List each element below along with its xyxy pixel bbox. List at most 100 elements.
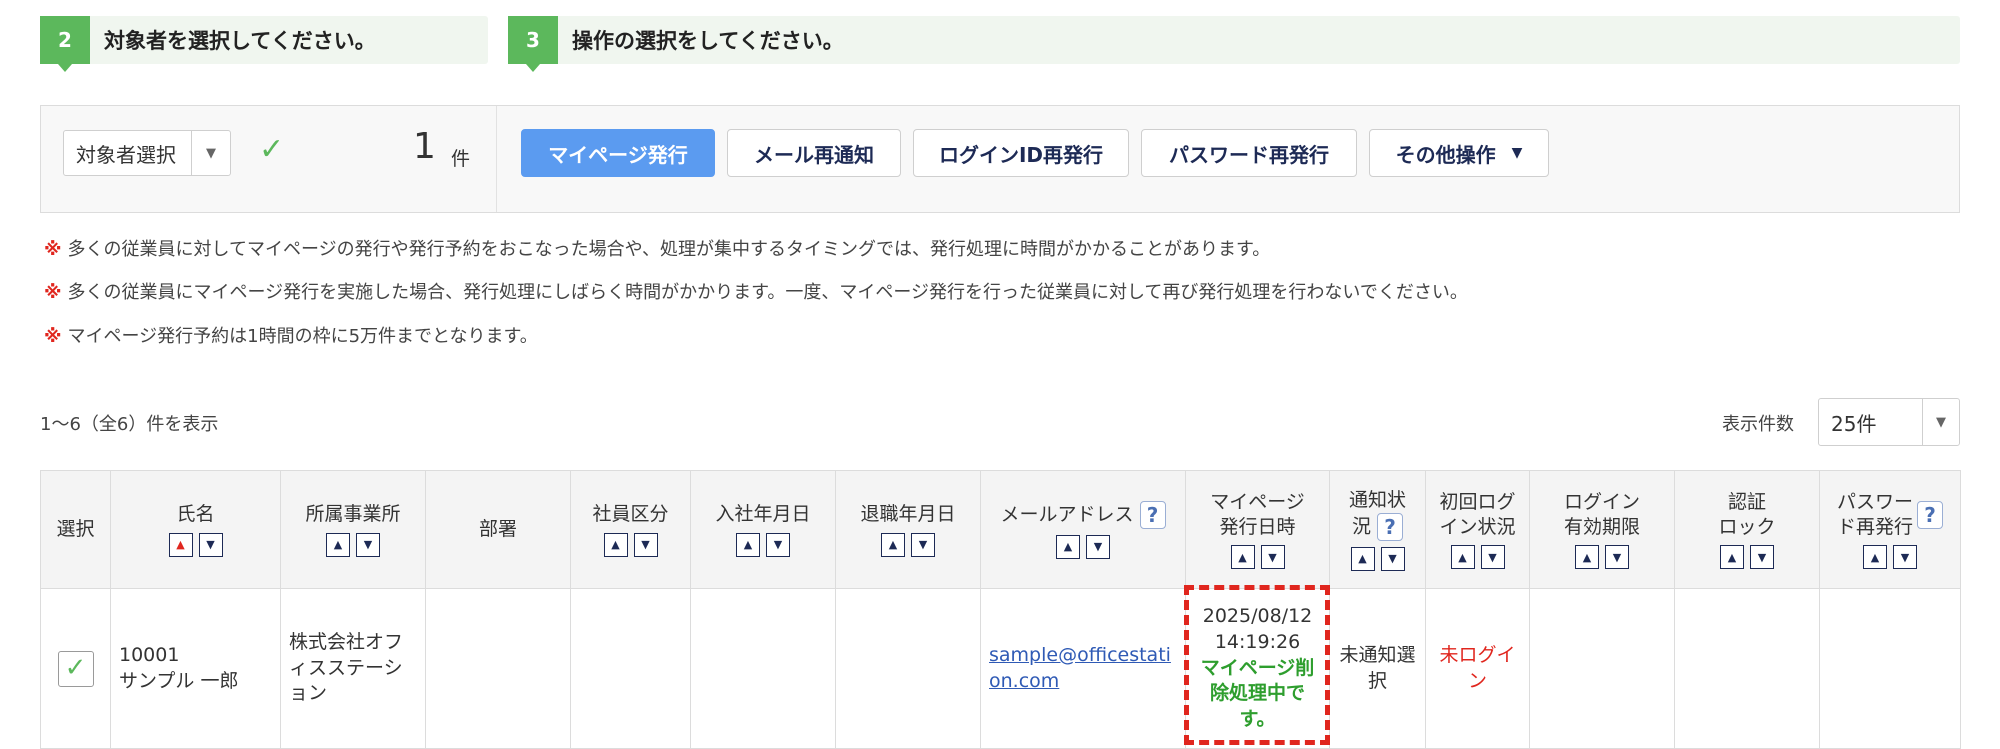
table-row: ✓ 10001 サンプル 一郎 株式会社オフィスステーション sample@of…	[40, 588, 1961, 749]
issue-date: 2025/08/12	[1202, 605, 1313, 628]
per-page-value: 25件	[1831, 411, 1877, 436]
sort-asc-icon[interactable]: ▲	[1575, 545, 1599, 570]
check-icon: ✓	[64, 652, 87, 683]
cell-dept	[425, 588, 571, 749]
sort-desc-icon[interactable]: ▼	[1750, 545, 1774, 570]
sort-asc-icon[interactable]: ▲	[881, 532, 905, 557]
employee-table: 選択 氏名 ▲ ▼ 所属事業所 ▲ ▼ 部署 社員区分 ▲ ▼ 入社年月日 ▲ ▼ 退職…	[40, 470, 1961, 749]
note-mark: ※	[44, 282, 62, 303]
per-page-select[interactable]: 25件 ▼	[1818, 398, 1960, 446]
help-icon[interactable]: ?	[1917, 500, 1943, 529]
col-header-email: メールアドレス ? ▲ ▼	[980, 470, 1186, 589]
sort-asc-icon[interactable]: ▲	[168, 532, 193, 557]
sort-asc-icon[interactable]: ▲	[1230, 545, 1255, 570]
sort-desc-icon[interactable]: ▼	[1480, 545, 1505, 570]
note-mark: ※	[44, 239, 62, 260]
per-page-label: 表示件数	[1722, 414, 1794, 435]
chevron-down-icon: ▼	[1511, 145, 1523, 161]
step-3-header: 3 操作の選択をしてください。	[508, 16, 1960, 72]
help-icon[interactable]: ?	[1377, 512, 1404, 541]
issue-status: マイページ削除処理中です。	[1200, 656, 1315, 730]
cell-select: ✓	[40, 588, 111, 749]
col-header-leave-date: 退職年月日 ▲ ▼	[835, 470, 981, 589]
sort-asc-icon[interactable]: ▲	[326, 532, 350, 557]
sort-asc-icon[interactable]: ▲	[1450, 545, 1475, 570]
cell-emp-type	[570, 588, 691, 749]
sort-asc-icon[interactable]: ▲	[603, 532, 628, 557]
check-icon: ✓	[259, 132, 285, 167]
sort-desc-icon[interactable]: ▼	[198, 532, 223, 557]
note-2: ※ 多くの従業員にマイページ発行を実施した場合、発行処理にしばらく時間がかかります…	[44, 278, 1468, 304]
employee-name: サンプル 一郎	[119, 669, 239, 692]
cell-name: 10001 サンプル 一郎	[110, 588, 281, 749]
note-text: 多くの従業員に対してマイページの発行や発行予約をおこなった場合や、処理が集中する…	[67, 239, 1271, 260]
action-panel: 対象者選択 ▼ ✓ 1 件 マイページ発行 メール再通知 ログインID再発行 パ…	[40, 105, 1960, 213]
note-text: 多くの従業員にマイページ発行を実施した場合、発行処理にしばらく時間がかかります。…	[67, 282, 1468, 303]
note-text: マイページ発行予約は1時間の枠に5万件までとなります。	[67, 326, 538, 347]
sort-desc-icon[interactable]: ▼	[1380, 546, 1405, 571]
sort-asc-icon[interactable]: ▲	[736, 532, 760, 557]
sort-asc-icon[interactable]: ▲	[1350, 546, 1375, 571]
step-number: 3	[508, 16, 558, 72]
sort-asc-icon[interactable]: ▲	[1863, 545, 1887, 570]
cell-first-login: 未ログイン	[1425, 588, 1530, 749]
target-select-dropdown[interactable]: 対象者選択 ▼	[63, 130, 231, 176]
sort-desc-icon[interactable]: ▼	[911, 532, 935, 557]
selected-count-unit: 件	[451, 148, 471, 170]
login-id-reissue-button[interactable]: ログインID再発行	[913, 129, 1129, 177]
sort-desc-icon[interactable]: ▼	[1086, 534, 1110, 559]
cell-login-expiry	[1529, 588, 1675, 749]
chevron-down-icon[interactable]: ▼	[191, 131, 230, 175]
col-header-office: 所属事業所 ▲ ▼	[280, 470, 426, 589]
target-select-label: 対象者選択	[76, 142, 176, 167]
col-header-notify: 通知状 況 ? ▲ ▼	[1329, 470, 1426, 589]
col-header-name: 氏名 ▲ ▼	[110, 470, 281, 589]
sort-desc-icon[interactable]: ▼	[1260, 545, 1285, 570]
table-header-row: 選択 氏名 ▲ ▼ 所属事業所 ▲ ▼ 部署 社員区分 ▲ ▼ 入社年月日 ▲ ▼ 退職…	[40, 470, 1961, 589]
col-header-dept: 部署	[425, 470, 571, 589]
cell-office: 株式会社オフィスステーション	[280, 588, 426, 749]
issue-time: 14:19:26	[1214, 631, 1301, 654]
sort-asc-icon[interactable]: ▲	[1056, 534, 1080, 559]
cell-mypage-date: 2025/08/12 14:19:26 マイページ削除処理中です。	[1185, 588, 1330, 749]
other-operations-button[interactable]: その他操作 ▼	[1369, 129, 1549, 177]
row-checkbox[interactable]: ✓	[57, 650, 94, 687]
email-link[interactable]: sample@officestation.com	[989, 644, 1171, 692]
note-mark: ※	[44, 326, 62, 347]
step-number: 2	[40, 16, 90, 72]
help-icon[interactable]: ?	[1139, 500, 1166, 529]
chevron-down-icon[interactable]: ▼	[1922, 399, 1959, 445]
col-header-join-date: 入社年月日 ▲ ▼	[690, 470, 836, 589]
cell-join-date	[690, 588, 836, 749]
cell-email: sample@officestation.com	[980, 588, 1186, 749]
col-header-login-expiry: ログイン 有効期限 ▲ ▼	[1529, 470, 1675, 589]
step-label: 操作の選択をしてください。	[572, 29, 844, 53]
employee-number: 10001	[119, 643, 180, 666]
result-range-text: 1～6（全6）件を表示	[40, 414, 219, 435]
mypage-issue-button[interactable]: マイページ発行	[521, 129, 715, 177]
selected-count: 1	[413, 126, 436, 167]
col-header-auth-lock: 認証 ロック ▲ ▼	[1674, 470, 1820, 589]
sort-desc-icon[interactable]: ▼	[633, 532, 658, 557]
step-2-header: 2 対象者を選択してください。	[40, 16, 488, 72]
col-header-emp-type: 社員区分 ▲ ▼	[570, 470, 691, 589]
cell-notify-status: 未通知選択	[1329, 588, 1426, 749]
password-reissue-button[interactable]: パスワード再発行	[1141, 129, 1357, 177]
other-operations-label: その他操作	[1395, 142, 1496, 167]
sort-desc-icon[interactable]: ▼	[356, 532, 380, 557]
sort-asc-icon[interactable]: ▲	[1720, 545, 1744, 570]
cell-pw-reissue	[1819, 588, 1961, 749]
panel-divider	[496, 106, 497, 212]
col-header-first-login: 初回ログ イン状況 ▲ ▼	[1425, 470, 1530, 589]
sort-desc-icon[interactable]: ▼	[1893, 545, 1917, 570]
note-3: ※ マイページ発行予約は1時間の枠に5万件までとなります。	[44, 322, 538, 348]
sort-desc-icon[interactable]: ▼	[1605, 545, 1629, 570]
col-header-pw-reissue: パスワー ド再発行 ? ▲ ▼	[1819, 470, 1961, 589]
note-1: ※ 多くの従業員に対してマイページの発行や発行予約をおこなった場合や、処理が集中す…	[44, 235, 1270, 261]
step-label: 対象者を選択してください。	[104, 29, 376, 53]
col-header-mypage-date: マイページ 発行日時 ▲ ▼	[1185, 470, 1330, 589]
mail-renotify-button[interactable]: メール再通知	[727, 129, 901, 177]
cell-auth-lock	[1674, 588, 1820, 749]
col-header-select: 選択	[40, 470, 111, 589]
sort-desc-icon[interactable]: ▼	[766, 532, 790, 557]
